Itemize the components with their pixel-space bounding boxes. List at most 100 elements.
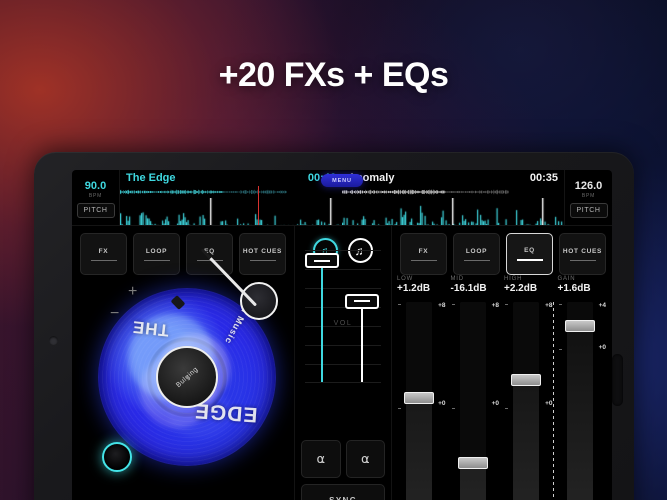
eq-gain-value: +1.6dB [557,283,591,294]
deck-a-pitch-button[interactable]: PITCH [76,202,115,218]
eq-low-mid-label: +0 [438,399,446,407]
eq-scale: +8 +0 -30 [481,302,499,500]
eq-gain-name: GAIN [557,276,576,282]
fader-track [321,260,323,382]
deck-topbar: 90.0 BPM PITCH The Edge 00:46 MENU Anoma… [72,170,612,226]
deck-b-track-time: 00:35 [529,172,558,184]
sync-button[interactable]: SYNC [301,484,385,500]
deck-b-pad-loop-label: LOOP [465,247,488,255]
eq-mid-value: -16.1dB [450,283,487,294]
deck-a-pad-loop[interactable]: LOOP [133,233,180,275]
eq-high-fader[interactable]: +8 +0 -30 [503,302,553,500]
deck-b-bpm-box[interactable]: 126.0 BPM PITCH [564,170,612,225]
tonearm-base[interactable] [170,248,278,320]
eq-mid-top-label: +8 [491,302,499,309]
spindle-hole [185,375,189,379]
cue-headphone-a-icon[interactable]: ⍺ [301,440,341,478]
eq-low-fader[interactable]: +8 +0 -30 [396,302,446,500]
deck-a-pad-hotcues[interactable]: HOT CUES [239,233,286,275]
center-mixer-column: ♬ ♬ VOL ⍺ ⍺ [294,226,392,500]
deck-a-bpm-box[interactable]: 90.0 BPM PITCH [72,170,120,225]
eq-high-handle[interactable] [511,374,541,387]
sync-label: SYNC [329,496,357,500]
eq-channel-gain: GAIN +1.6dB +4 +0 -∞ [552,276,606,500]
underline [90,259,117,261]
eq-ticks [450,302,458,500]
underline [569,259,596,261]
fader-handle[interactable] [305,253,339,269]
deck-a-bpm-value: 90.0 [84,179,107,192]
deck-b-pad-hotcues-label: HOT CUES [562,247,603,255]
deck-a-pad-eq[interactable]: EQ [186,233,233,275]
eq-high-mid-label: +0 [545,399,553,407]
eq-gain-top-label: +4 [598,302,606,309]
eq-high-top-label: +8 [545,302,553,309]
menu-button[interactable]: MENU [321,174,363,187]
eq-panel: LOW +1.2dB +8 +0 -30 [396,276,606,500]
eq-ticks [396,302,404,500]
eq-low-top-label: +8 [438,302,446,309]
fader-track [361,300,363,382]
underline [463,259,490,261]
eq-low-value: +1.2dB [397,283,431,294]
cue-headphone-b-icon[interactable]: ⍺ [345,440,385,478]
eq-mid-mid-label: +0 [491,399,499,407]
deck-b-pitch-button[interactable]: PITCH [569,202,608,218]
eq-ticks [503,302,511,500]
deck-b-pad-row: FX LOOP EQ HOT CUES [400,226,606,275]
deck-a-pad-hotcues-label: HOT CUES [242,247,283,255]
deck-a-track-title: The Edge [126,172,176,184]
mixer-body: FX LOOP EQ HOT CUES + − THE EDGE Kawai M… [72,226,612,500]
deck-a-waveform[interactable]: The Edge 00:46 [120,170,342,225]
deck-a-volume-fader[interactable] [305,248,339,382]
underline [143,259,170,261]
cue-button-row: ⍺ ⍺ [301,440,385,478]
underline [516,259,543,261]
eq-mid-fader[interactable]: +8 +0 -30 [450,302,499,500]
deck-b-overview-waveform[interactable] [342,187,509,197]
deck-a-pad-row: FX LOOP EQ HOT CUES [80,226,286,275]
deck-b-waveform[interactable]: Anomaly 00:35 [342,170,564,225]
deck-b-pad-eq-label: EQ [524,247,535,254]
device-side-button[interactable] [612,354,623,406]
volume-grid [305,250,381,383]
eq-channel-high: HIGH +2.2dB +8 +0 -30 [503,276,553,500]
deck-b-volume-fader[interactable] [345,248,379,382]
volume-label: VOL [333,320,353,327]
level-meter [552,302,554,500]
eq-ticks [557,302,565,500]
deck-b-pad-loop[interactable]: LOOP [453,233,500,275]
deck-a-bpm-label: BPM [88,192,103,199]
vinyl-center-label: Bulging [156,346,218,408]
deck-a-pad-fx[interactable]: FX [80,233,127,275]
deck-b-pad-fx[interactable]: FX [400,233,447,275]
eq-gain-handle[interactable] [564,319,595,332]
eq-channel-mid: MID -16.1dB +8 +0 -30 [450,276,499,500]
deck-a-detail-waveform[interactable] [120,198,342,225]
deck-a-column: FX LOOP EQ HOT CUES + − THE EDGE Kawai M… [72,226,294,500]
eq-channel-low: LOW +1.2dB +8 +0 -30 [396,276,446,500]
deck-b-bpm-label: BPM [581,192,596,199]
deck-a-overview-waveform[interactable] [120,187,287,197]
minus-icon[interactable]: − [110,306,119,322]
fader-handle[interactable] [345,293,379,309]
deck-a-turntable[interactable]: + − THE EDGE Kawai Music Bulging [84,248,280,478]
deck-b-pad-hotcues[interactable]: HOT CUES [559,233,606,275]
eq-high-value: +2.2dB [504,283,538,294]
eq-mid-handle[interactable] [457,457,488,470]
eq-gain-fader[interactable]: +4 +0 -∞ [552,302,606,500]
app-screen: 90.0 BPM PITCH The Edge 00:46 MENU Anoma… [72,170,612,500]
underline [249,259,276,261]
eq-scale: +8 +0 -30 [535,302,553,500]
eq-low-handle[interactable] [404,391,434,404]
eq-low-name: LOW [397,276,414,282]
deck-b-detail-waveform[interactable] [342,198,564,225]
deck-b-bpm-value: 126.0 [574,179,603,192]
vinyl-word-the: THE [131,317,170,340]
deck-b-pad-eq[interactable]: EQ [506,233,553,275]
deck-a-track-info: The Edge 00:46 [120,172,342,184]
deck-a-cue-knob[interactable] [102,442,132,472]
plus-icon[interactable]: + [128,284,137,300]
deck-a-pad-loop-label: LOOP [145,247,168,255]
eq-gain-mid-label: +0 [598,344,606,352]
